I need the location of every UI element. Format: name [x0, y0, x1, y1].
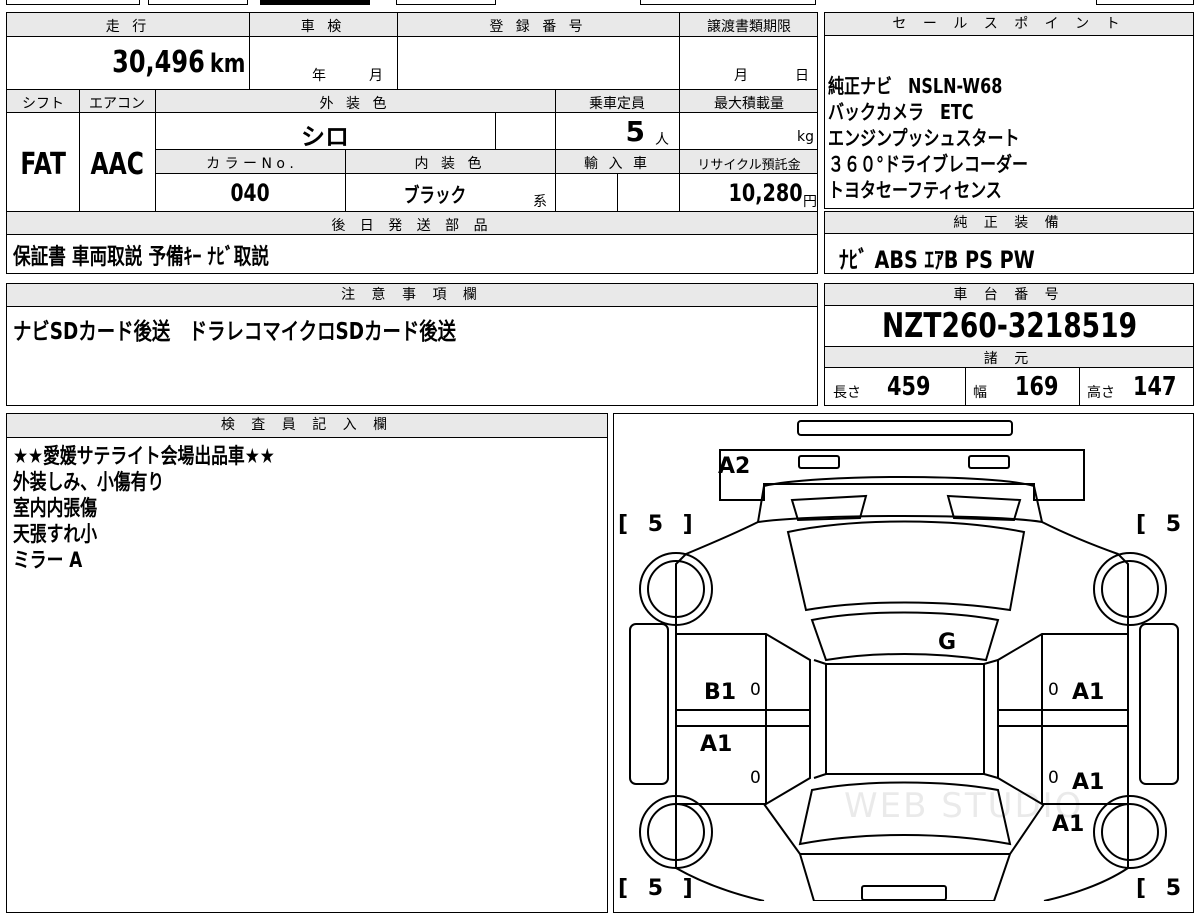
max-load-header: 最大積載量 — [714, 96, 784, 112]
genuine-equipment-header: 純 正 装 備 — [825, 212, 1193, 234]
shift-header: シフト — [22, 96, 64, 112]
inspector-line-2: 外装しみ、小傷有り — [13, 470, 165, 494]
door-handle-mark-lr: 0 — [750, 768, 761, 788]
genuine-equipment-value-cell: ﾅﾋﾞ ABS ｴｱB PS PW — [839, 240, 1084, 275]
inspector-line-1: ★★愛媛サテライト会場出品車★★ — [13, 444, 275, 468]
sales-point-2: バックカメラ ETC — [828, 100, 974, 124]
capacity-unit: 人 — [655, 132, 669, 148]
int-color-value-cell: ブラック — [345, 179, 525, 208]
inspector-line-5: ミラー A — [13, 548, 83, 572]
ext-color-header: 外 装 色 — [319, 96, 391, 112]
sales-points-header: セ ー ル ス ポ イ ン ト — [825, 13, 1193, 36]
later-parts-header: 後 日 発 送 部 品 — [331, 218, 493, 234]
recycle-header: リサイクル預託金 — [697, 158, 801, 173]
capacity-header: 乗車定員 — [589, 96, 645, 112]
aircon-value: AAC — [90, 147, 144, 182]
later-parts-value: 保証書 車両取説 予備ｷｰ ﾅﾋﾞ取説 — [13, 245, 269, 270]
inspector-line-3: 室内内張傷 — [13, 496, 97, 520]
height-value-cell: 147 — [1133, 372, 1187, 402]
width-value-cell: 169 — [1015, 372, 1069, 402]
mileage-unit: km — [209, 49, 245, 79]
chassis-header: 車 台 番 号 — [825, 284, 1193, 306]
sales-points-list: 純正ナビ NSLN-W68 バックカメラ ETC エンジンプッシュスタート ３６… — [828, 73, 1078, 203]
sales-point-1: 純正ナビ NSLN-W68 — [828, 74, 1003, 98]
notes-value: ナビSDカード後送 ドラレコマイクロSDカード後送 — [13, 319, 457, 345]
sales-point-5: トヨタセーフティセンス — [828, 178, 1002, 202]
specs-header: 諸 元 — [983, 351, 1035, 367]
inspection-month-label: 月 — [369, 68, 383, 84]
tire-tread-rear-right: [ 5 ] — [1136, 512, 1200, 537]
shift-value: FAT — [20, 147, 66, 182]
transfer-day-label: 日 — [795, 68, 809, 84]
height-value: 147 — [1133, 372, 1177, 402]
color-no-value-cell: 040 — [155, 179, 345, 207]
import-header: 輸 入 車 — [584, 156, 650, 172]
registration-header: 登 録 番 号 — [489, 19, 587, 35]
damage-mark-rear: A2 — [718, 454, 751, 479]
width-label: 幅 — [973, 385, 987, 401]
car-diagram-panel: [ 5 ] [ 5 ] [ 5 ] [ 5 ] A2 G B1 A1 A1 A1… — [613, 413, 1200, 913]
int-color-value: ブラック — [403, 183, 467, 207]
damage-mark-left-rear-door: A1 — [700, 732, 733, 757]
inspector-comment-list: ★★愛媛サテライト会場出品車★★ 外装しみ、小傷有り 室内内張傷 天張すれ小 ミ… — [13, 443, 340, 573]
mileage-value: 30,496 — [111, 45, 205, 80]
mileage-value-cell: 30,496 km — [7, 45, 245, 80]
inspection-year-label: 年 — [312, 68, 326, 84]
damage-mark-left-front-door: B1 — [704, 680, 737, 705]
recycle-value-cell: 10,280 — [679, 179, 803, 207]
damage-mark-roof: G — [938, 630, 957, 655]
sales-points-panel: セ ー ル ス ポ イ ン ト 純正ナビ NSLN-W68 バックカメラ ETC… — [824, 12, 1194, 209]
notes-header: 注 意 事 項 欄 — [7, 284, 817, 307]
inspection-header: 車 検 — [300, 19, 346, 35]
int-color-header: 内 装 色 — [414, 156, 486, 172]
tire-tread-front-right: [ 5 ] — [1136, 876, 1200, 901]
recycle-unit: 円 — [803, 194, 817, 210]
capacity-value-cell: 5 — [555, 115, 645, 148]
later-parts-value-cell: 保証書 車両取説 予備ｷｰ ﾅﾋﾞ取説 — [13, 239, 333, 271]
chassis-value: NZT260-3218519 — [881, 306, 1137, 346]
notes-panel: 注 意 事 項 欄 ナビSDカード後送 ドラレコマイクロSDカード後送 — [6, 283, 818, 406]
mileage-header: 走 行 — [105, 19, 151, 35]
car-body-outline — [614, 414, 1195, 901]
shift-value-cell: FAT — [7, 147, 79, 182]
genuine-equipment-value: ﾅﾋﾞ ABS ｴｱB PS PW — [839, 246, 1035, 274]
vehicle-info-grid: 走 行 車 検 登 録 番 号 譲渡書類期限 30,496 km 年 月 月 日 … — [6, 12, 818, 274]
length-value: 459 — [887, 372, 931, 402]
top-cutoff-strip — [0, 0, 1200, 8]
recycle-value: 10,280 — [728, 179, 803, 207]
inspector-panel: 検 査 員 記 入 欄 ★★愛媛サテライト会場出品車★★ 外装しみ、小傷有り 室… — [6, 413, 608, 913]
transfer-header: 譲渡書類期限 — [707, 19, 791, 35]
door-handle-mark-rr: 0 — [1048, 768, 1059, 788]
length-value-cell: 459 — [887, 372, 941, 402]
chassis-specs-panel: 車 台 番 号 NZT260-3218519 諸 元 長さ 459 幅 169 … — [824, 283, 1194, 406]
damage-mark-right-front-door: A1 — [1072, 680, 1105, 705]
aircon-value-cell: AAC — [79, 147, 155, 182]
inspector-header: 検 査 員 記 入 欄 — [7, 414, 607, 438]
max-load-unit: kg — [797, 129, 814, 145]
sales-point-3: エンジンプッシュスタート — [828, 126, 1020, 150]
notes-value-cell: ナビSDカード後送 ドラレコマイクロSDカード後送 — [13, 312, 567, 346]
aircon-header: エアコン — [89, 96, 145, 112]
capacity-value: 5 — [625, 115, 645, 148]
length-label: 長さ — [833, 385, 861, 401]
tire-tread-front-left: [ 5 ] — [618, 876, 699, 901]
int-color-suffix: 系 — [533, 194, 547, 210]
ext-color-value: シロ — [301, 123, 349, 151]
genuine-equipment-panel: 純 正 装 備 ﾅﾋﾞ ABS ｴｱB PS PW — [824, 211, 1194, 274]
color-no-header: カ ラ ー N o . — [206, 156, 294, 172]
door-handle-mark-rf: 0 — [1048, 680, 1059, 700]
color-no-value: 040 — [230, 179, 270, 207]
tire-tread-rear-left: [ 5 ] — [618, 512, 699, 537]
door-handle-mark-lf: 0 — [750, 680, 761, 700]
chassis-value-cell: NZT260-3218519 — [825, 306, 1193, 346]
width-value: 169 — [1015, 372, 1059, 402]
inspector-line-4: 天張すれ小 — [13, 522, 97, 546]
height-label: 高さ — [1087, 385, 1115, 401]
transfer-month-label: 月 — [734, 68, 748, 84]
watermark: WEB STUDIO — [844, 786, 1084, 826]
sales-point-4: ３６０°ドライブレコーダー — [828, 152, 1028, 176]
